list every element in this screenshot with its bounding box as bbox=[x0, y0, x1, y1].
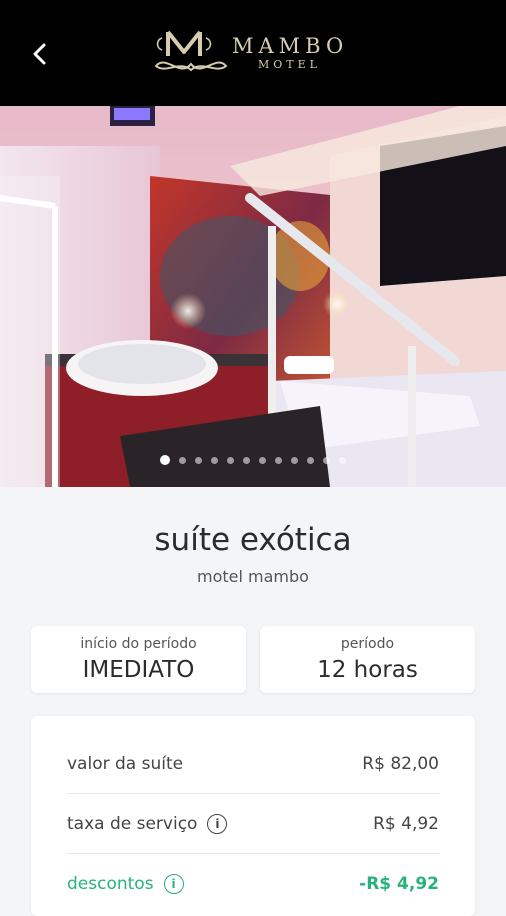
suite-photo-gallery[interactable] bbox=[0, 106, 506, 487]
price-row-suite: valor da suíte R$ 82,00 bbox=[67, 734, 439, 794]
period-start-value: IMEDIATO bbox=[82, 657, 195, 683]
back-arrow-icon[interactable] bbox=[22, 36, 58, 72]
logo-wordmark: MAMBO bbox=[232, 34, 349, 58]
price-row-label: taxa de serviço bbox=[67, 813, 198, 834]
gallery-dot[interactable] bbox=[259, 456, 266, 464]
motel-name: motel mambo bbox=[197, 567, 309, 586]
pricing-card: valor da suíte R$ 82,00 taxa de serviço … bbox=[31, 716, 475, 916]
gallery-dot[interactable] bbox=[275, 456, 282, 464]
info-icon[interactable]: i bbox=[207, 813, 228, 834]
price-row-label: descontos bbox=[67, 874, 154, 894]
logo-subtitle: MOTEL bbox=[258, 58, 321, 71]
gallery-dot[interactable] bbox=[179, 456, 186, 464]
gallery-dot[interactable] bbox=[323, 456, 330, 464]
suite-name: suíte exótica bbox=[154, 522, 352, 558]
gallery-dot[interactable] bbox=[211, 456, 218, 464]
price-row-service-fee: taxa de serviço i R$ 4,92 bbox=[67, 794, 439, 854]
gallery-dot[interactable] bbox=[227, 456, 234, 464]
gallery-dot[interactable] bbox=[243, 456, 250, 464]
gallery-dot[interactable] bbox=[195, 456, 202, 464]
info-icon[interactable]: i bbox=[163, 874, 184, 894]
gallery-dot[interactable] bbox=[291, 456, 298, 464]
logo-emblem-icon bbox=[154, 30, 228, 72]
period-start-label: início do período bbox=[80, 636, 197, 652]
price-row-label: valor da suíte bbox=[67, 753, 184, 774]
mambo-motel-logo: MAMBO MOTEL bbox=[150, 26, 360, 82]
gallery-pagination[interactable] bbox=[0, 455, 506, 465]
price-row-value: R$ 82,00 bbox=[362, 753, 439, 774]
gallery-dot[interactable] bbox=[160, 455, 170, 465]
gallery-dot[interactable] bbox=[307, 456, 314, 464]
period-start-card[interactable]: início do período IMEDIATO bbox=[31, 626, 246, 693]
price-row-value: -R$ 4,92 bbox=[359, 874, 439, 894]
price-row-value: R$ 4,92 bbox=[373, 813, 439, 834]
period-value: 12 horas bbox=[317, 657, 418, 683]
price-row-discounts: descontos i -R$ 4,92 bbox=[67, 854, 439, 914]
period-label: período bbox=[340, 636, 395, 652]
period-card[interactable]: período 12 horas bbox=[260, 626, 475, 693]
app-header: MAMBO MOTEL bbox=[0, 0, 506, 106]
suite-photo bbox=[0, 106, 506, 487]
gallery-dot[interactable] bbox=[339, 456, 346, 464]
